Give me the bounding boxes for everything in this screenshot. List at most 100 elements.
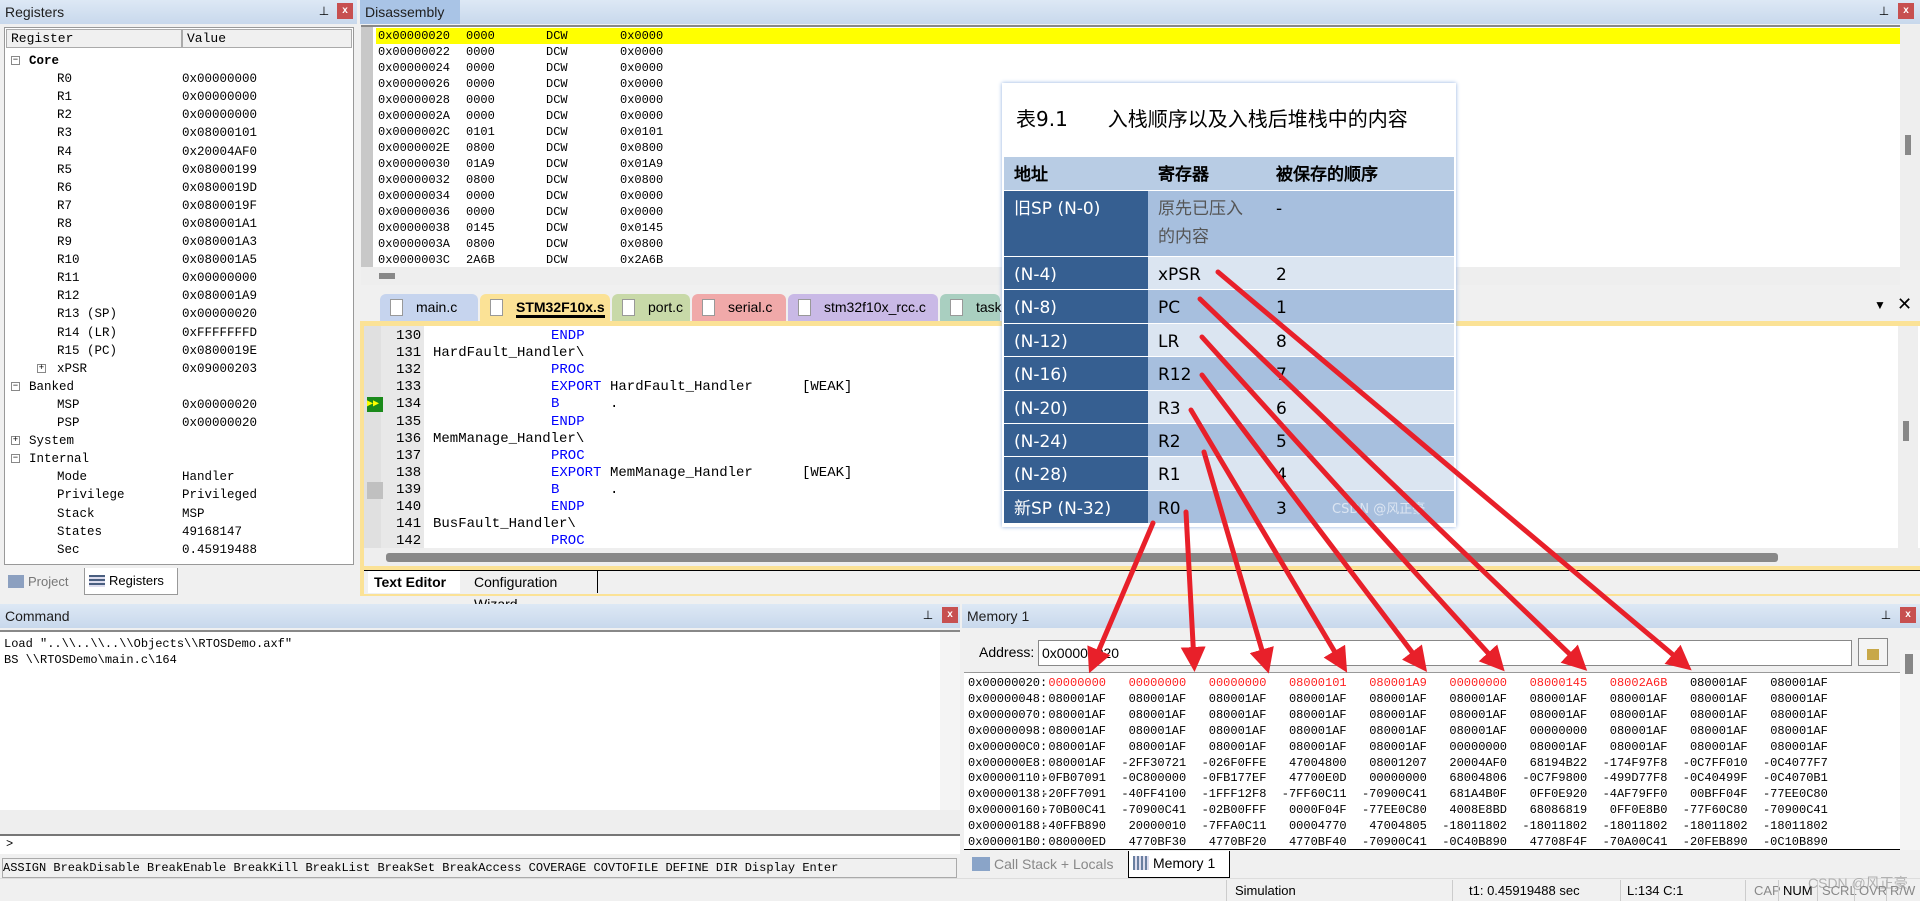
register-row[interactable]: R12 0x080001A9 [57,287,347,305]
memory-value[interactable]: 00000000 [1427,675,1507,691]
memory-value[interactable]: 00000000 [1106,675,1187,691]
memory-value[interactable]: 00000000 [1347,770,1427,786]
memory-value[interactable]: 080001AF [1748,675,1828,691]
memory-value[interactable]: 4008E8BD [1427,802,1507,818]
memory-value[interactable]: -70B00C41 [1026,802,1106,818]
memory-value[interactable]: 08000101 [1267,675,1347,691]
memory-value[interactable]: 080001AF [1427,691,1507,707]
memory-value[interactable]: 00000000 [1507,723,1588,739]
expand-icon[interactable]: + [11,436,20,446]
close-icon[interactable]: x [1900,607,1916,623]
disassembly-scrollbar[interactable] [1900,25,1920,270]
register-row[interactable]: R9 0x080001A3 [57,233,347,251]
collapse-icon[interactable]: − [11,56,20,65]
register-row[interactable]: Privilege Privileged [57,486,347,504]
memory-value[interactable]: -0C10B890 [1748,834,1828,850]
register-row[interactable]: R4 0x20004AF0 [57,143,347,161]
memory-value[interactable]: 080001AF [1587,739,1668,755]
memory-value[interactable]: 08000145 [1507,675,1588,691]
pin-icon[interactable]: ⊥ [1880,608,1892,622]
register-row[interactable]: R14 (LR) 0xFFFFFFFD [57,324,347,342]
memory-value[interactable]: 080001AF [1026,691,1106,707]
memory-value[interactable]: -70900C41 [1106,802,1186,818]
disassembly-row[interactable]: 0x00000022 0000 DCW 0x0000 [376,44,1906,60]
memory-value[interactable]: 00BFF04F [1668,786,1748,802]
close-tab-icon[interactable]: ✕ [1897,294,1912,315]
command-vscrollbar[interactable] [940,632,960,810]
close-icon[interactable]: x [942,607,958,623]
memory-value[interactable]: 080001AF [1587,707,1668,723]
memory-value[interactable]: 08001207 [1347,755,1427,771]
tab-serial-c[interactable]: serial.c [692,294,786,321]
register-row[interactable]: R15 (PC) 0x0800019E [57,342,347,360]
memory-value[interactable]: 080001AF [1347,739,1427,755]
pin-icon[interactable]: ⊥ [1878,4,1890,18]
memory-value[interactable]: 00000000 [1427,739,1507,755]
memory-value[interactable]: -0C4070B1 [1748,770,1828,786]
memory-value[interactable]: -18011802 [1748,818,1828,834]
memory-value[interactable]: 08002A6B [1587,675,1668,691]
memory-value[interactable]: 080001AF [1507,707,1588,723]
tab-memory-1[interactable]: Memory 1 [1128,851,1230,878]
register-row[interactable]: − Core [11,52,351,70]
memory-value[interactable]: 00000000 [1186,675,1267,691]
register-row[interactable]: R6 0x0800019D [57,179,347,197]
register-row[interactable]: States 49168147 [57,523,347,541]
memory-value[interactable]: 080001AF [1507,691,1588,707]
address-input[interactable]: 0x00000020 [1038,640,1852,666]
memory-value[interactable]: 080001AF [1347,691,1427,707]
tab-registers[interactable]: Registers [84,568,178,595]
memory-value[interactable]: 68086819 [1507,802,1588,818]
breakpoint-margin[interactable] [367,481,383,499]
register-row[interactable]: R11 0x00000000 [57,269,347,287]
memory-value[interactable]: 080001AF [1668,707,1748,723]
memory-value[interactable]: 47004805 [1347,818,1427,834]
memory-value[interactable]: 080001AF [1347,723,1427,739]
collapse-icon[interactable]: − [11,381,20,391]
memory-value[interactable]: -7FF60C11 [1267,786,1347,802]
register-row[interactable]: R2 0x00000000 [57,106,347,124]
memory-value[interactable]: 00000000 [1026,675,1106,691]
memory-value[interactable]: 4770BF20 [1186,834,1267,850]
memory-value[interactable]: 080001AF [1347,707,1427,723]
column-header-value[interactable]: Value [182,29,352,48]
memory-value[interactable]: -18011802 [1587,818,1668,834]
register-row[interactable]: − Internal [11,450,351,468]
memory-value[interactable]: 080001AF [1026,755,1106,771]
memory-value[interactable]: 080001AF [1186,707,1267,723]
memory-value[interactable]: 080001AF [1106,739,1187,755]
tab-port-c[interactable]: port.c [612,294,690,321]
memory-value[interactable]: 080001AF [1668,739,1748,755]
memory-value[interactable]: -0C800000 [1106,770,1186,786]
memory-value[interactable]: -7FFA0C11 [1186,818,1267,834]
register-row[interactable]: + xPSR 0x09000203 [37,360,347,378]
tab-main-c[interactable]: main.c [380,294,478,321]
tab-project[interactable]: Project [4,570,82,594]
register-row[interactable]: + System [11,432,351,450]
register-row[interactable]: R8 0x080001A1 [57,215,347,233]
tab-stm32f10x-s[interactable]: STM32F10x.s [480,294,610,321]
memory-value[interactable]: 080000ED [1026,834,1106,850]
tab-stm32f10x-rcc-c[interactable]: stm32f10x_rcc.c [788,294,938,321]
memory-value[interactable]: 080001AF [1668,723,1748,739]
memory-value[interactable]: 080001A9 [1347,675,1427,691]
memory-value[interactable]: 080001AF [1186,691,1267,707]
memory-value[interactable]: 080001AF [1267,707,1347,723]
memory-value[interactable]: -0FB177EF [1186,770,1267,786]
register-row[interactable]: MSP 0x00000020 [57,396,347,414]
memory-value[interactable]: 080001AF [1748,739,1828,755]
memory-value[interactable]: 080001AF [1427,707,1507,723]
memory-value[interactable]: -0C40499F [1668,770,1748,786]
memory-value[interactable]: -70A00C41 [1587,834,1668,850]
memory-value[interactable]: 080001AF [1106,723,1187,739]
memory-value[interactable]: 0FF0E8B0 [1587,802,1668,818]
editor-vscrollbar[interactable] [1898,326,1918,548]
memory-vscrollbar[interactable] [1900,650,1920,850]
memory-value[interactable]: 20000010 [1106,818,1187,834]
memory-value[interactable]: -20FEB890 [1668,834,1748,850]
register-row[interactable]: Sec 0.45919488 [57,541,347,559]
register-row[interactable]: − Banked [11,378,351,396]
register-row[interactable]: R3 0x08000101 [57,124,347,142]
memory-value[interactable]: -40FFB890 [1026,818,1106,834]
memory-value[interactable]: 00004770 [1267,818,1347,834]
